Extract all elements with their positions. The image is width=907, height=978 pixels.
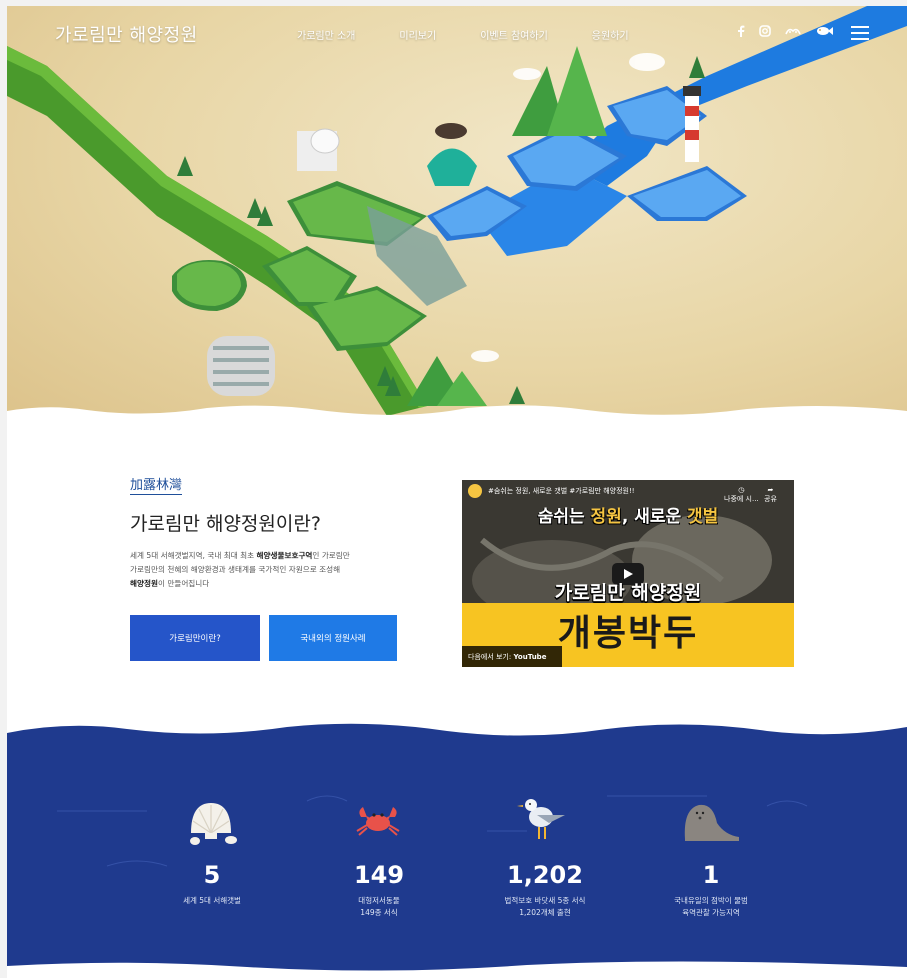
stats-background [7, 723, 907, 978]
stat-value: 1 [702, 861, 720, 889]
intro-section: 加露林灣 가로림만 해양정원이란? 세계 5대 서해갯벌지역, 국내 최대 최초… [7, 426, 907, 726]
channel-avatar[interactable] [468, 484, 482, 498]
stat-label: 법적보호 바닷새 5종 서식 1,202개체 출현 [504, 896, 586, 917]
hero-banner: 가로림만 해양정원 가로림만 소개 미리보기 이벤트 참여하기 응원하기 [7, 6, 907, 426]
shell-icon [190, 803, 237, 845]
seagull-icon [517, 799, 565, 839]
watch-on-youtube[interactable]: 다음에서 보기: YouTube [462, 646, 562, 667]
stat-item-benthos: 149 대형저서동물 149종 서식 [299, 861, 459, 919]
band-icon[interactable] [785, 26, 801, 36]
menu-item-event[interactable]: 이벤트 참여하기 [480, 27, 548, 42]
video-headline: 숨쉬는 정원, 새로운 갯벌 [537, 507, 719, 527]
stat-value: 1,202 [507, 861, 583, 889]
stat-item-seal: 1 국내유일의 점박이 물범 육역관찰 가능지역 [631, 861, 791, 919]
social-links [737, 25, 847, 37]
top-navigation: 가로림만 해양정원 가로림만 소개 미리보기 이벤트 참여하기 응원하기 [7, 6, 907, 62]
hanja-title: 加露林灣 [130, 474, 183, 495]
hamburger-menu-icon[interactable] [851, 26, 869, 40]
facebook-icon[interactable] [737, 25, 745, 37]
garden-cases-button[interactable]: 국내외의 정원사례 [269, 615, 397, 661]
site-logo[interactable]: 가로림만 해양정원 [55, 21, 198, 47]
stat-value: 149 [353, 861, 405, 889]
menu-item-about[interactable]: 가로림만 소개 [297, 27, 355, 42]
stat-item-seabirds: 1,202 법적보호 바닷새 5종 서식 1,202개체 출현 [465, 861, 625, 919]
stat-value: 5 [203, 861, 221, 889]
main-menu: 가로림만 소개 미리보기 이벤트 참여하기 응원하기 [297, 27, 673, 42]
video-subtitle: 가로림만 해양정원 [554, 582, 702, 604]
stats-section: 5 세계 5대 서해갯벌 149 대형저서동물 149종 서식 1,202 법적보… [7, 721, 907, 978]
page-frame: 가로림만 해양정원 가로림만 소개 미리보기 이벤트 참여하기 응원하기 加露林… [7, 6, 907, 978]
fish-icon[interactable] [815, 26, 833, 36]
seal-icon [684, 804, 739, 841]
instagram-icon[interactable] [759, 25, 771, 37]
youtube-icon: YouTube [513, 653, 547, 661]
stat-label: 세계 5대 서해갯벌 [183, 896, 241, 905]
crab-icon [356, 807, 400, 836]
intro-description: 세계 5대 서해갯벌지역, 국내 최대 최초 해양생물보호구역인 가로림만 가로… [130, 551, 350, 588]
stat-label: 국내유일의 점박이 물범 육역관찰 가능지역 [674, 896, 748, 917]
about-garorim-button[interactable]: 가로림만이란? [130, 615, 260, 661]
stat-label: 대형저서동물 149종 서식 [358, 896, 400, 917]
hero-illustration [7, 6, 907, 426]
menu-item-cheer[interactable]: 응원하기 [592, 27, 629, 42]
menu-item-preview[interactable]: 미리보기 [399, 27, 436, 42]
intro-heading: 가로림만 해양정원이란? [130, 513, 321, 535]
youtube-video-embed[interactable]: #숨쉬는 정원, 새로운 갯벌 #가로림만 해양정원!! ◷ 나중에 시... ➦… [462, 480, 794, 667]
stat-item-mudflat: 5 세계 5대 서해갯벌 [132, 861, 292, 907]
